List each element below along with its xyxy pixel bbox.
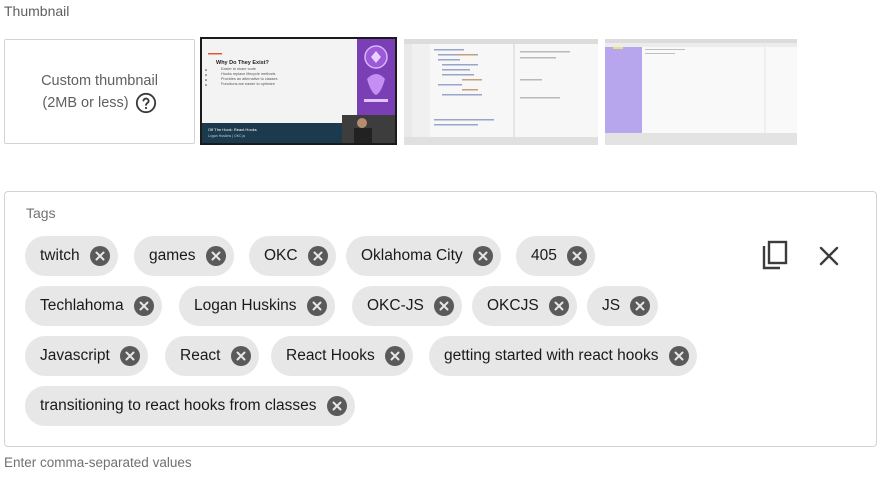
tag-chip-label: Javascript bbox=[40, 347, 110, 364]
slide-caption-subtitle: Logan Huskins | OKC.js bbox=[208, 134, 246, 138]
tag-chip-label: games bbox=[149, 247, 196, 264]
tag-chip[interactable]: 405 bbox=[516, 236, 595, 276]
cancel-circle-icon[interactable] bbox=[133, 296, 154, 316]
custom-thumbnail-size-hint: (2MB or less) bbox=[42, 94, 129, 111]
slide-caption-title: Off The Hook: React Hooks bbox=[208, 127, 257, 132]
tag-chip-label: Oklahoma City bbox=[361, 247, 463, 264]
tags-label: Tags bbox=[26, 205, 56, 221]
cancel-circle-icon[interactable] bbox=[433, 296, 454, 316]
tag-chip[interactable]: games bbox=[134, 236, 234, 276]
cancel-circle-icon[interactable] bbox=[472, 246, 493, 266]
tag-chip-label: twitch bbox=[40, 247, 80, 264]
tag-chip-label: transitioning to react hooks from classe… bbox=[40, 397, 317, 414]
cancel-circle-icon[interactable] bbox=[384, 346, 405, 366]
tag-chip[interactable]: getting started with react hooks bbox=[429, 336, 697, 376]
tag-chip-label: JS bbox=[602, 297, 621, 314]
tag-chip[interactable]: Logan Huskins bbox=[179, 286, 335, 326]
tags-field[interactable]: Tags twitch games OKC Oklahoma City 405 … bbox=[4, 191, 877, 447]
thumbnail-option-1[interactable]: Why Do They Exist? Easier to share code … bbox=[200, 37, 397, 145]
tag-chip-label: React bbox=[180, 347, 221, 364]
tag-chip-label: OKC-JS bbox=[367, 297, 424, 314]
cancel-circle-icon[interactable] bbox=[205, 246, 226, 266]
help-circle-icon[interactable] bbox=[135, 92, 157, 114]
cancel-circle-icon[interactable] bbox=[326, 396, 347, 416]
tag-chip[interactable]: OKC bbox=[249, 236, 336, 276]
tag-chip[interactable]: OKC-JS bbox=[352, 286, 462, 326]
tag-chip[interactable]: OKCJS bbox=[472, 286, 577, 326]
cancel-circle-icon[interactable] bbox=[307, 246, 328, 266]
cancel-circle-icon[interactable] bbox=[630, 296, 651, 316]
slide-bullets: Easier to share code Hooks replace lifec… bbox=[221, 67, 278, 87]
tags-helper-text: Enter comma-separated values bbox=[4, 455, 192, 470]
cancel-circle-icon[interactable] bbox=[548, 296, 569, 316]
thumbnail-option-2[interactable] bbox=[404, 39, 598, 145]
tag-chip[interactable]: Oklahoma City bbox=[346, 236, 501, 276]
thumbnail-option-3[interactable] bbox=[605, 39, 797, 145]
tag-chip[interactable]: React Hooks bbox=[271, 336, 413, 376]
tag-chip-label: OKCJS bbox=[487, 297, 539, 314]
tag-chip[interactable]: Techlahoma bbox=[25, 286, 162, 326]
copy-icon[interactable] bbox=[760, 240, 790, 272]
tag-chip[interactable]: Javascript bbox=[25, 336, 148, 376]
tag-chip-label: 405 bbox=[531, 247, 557, 264]
close-icon[interactable] bbox=[817, 244, 841, 268]
cancel-circle-icon[interactable] bbox=[119, 346, 140, 366]
tag-chip[interactable]: transitioning to react hooks from classe… bbox=[25, 386, 355, 426]
tag-chip-label: React Hooks bbox=[286, 347, 375, 364]
tag-chip-label: Techlahoma bbox=[40, 297, 124, 314]
cancel-circle-icon[interactable] bbox=[230, 346, 251, 366]
thumbnail-section-label: Thumbnail bbox=[4, 3, 70, 19]
slide-bullet: Functions are easier to optimize bbox=[221, 82, 275, 86]
custom-thumbnail-upload-button[interactable]: Custom thumbnail (2MB or less) bbox=[4, 39, 195, 144]
tag-chip-label: Logan Huskins bbox=[194, 297, 297, 314]
cancel-circle-icon[interactable] bbox=[306, 296, 327, 316]
slide-title: Why Do They Exist? bbox=[216, 60, 269, 66]
cancel-circle-icon[interactable] bbox=[566, 246, 587, 266]
tag-chip[interactable]: React bbox=[165, 336, 259, 376]
thumbnail-option-2-image bbox=[404, 39, 598, 145]
tag-chip[interactable]: twitch bbox=[25, 236, 118, 276]
cancel-circle-icon[interactable] bbox=[668, 346, 689, 366]
thumbnail-option-3-image bbox=[605, 39, 797, 145]
custom-thumbnail-label: Custom thumbnail bbox=[41, 72, 158, 89]
cancel-circle-icon[interactable] bbox=[89, 246, 110, 266]
tag-chip-label: OKC bbox=[264, 247, 298, 264]
tag-chip[interactable]: JS bbox=[587, 286, 659, 326]
tag-chip-label: getting started with react hooks bbox=[444, 347, 659, 364]
